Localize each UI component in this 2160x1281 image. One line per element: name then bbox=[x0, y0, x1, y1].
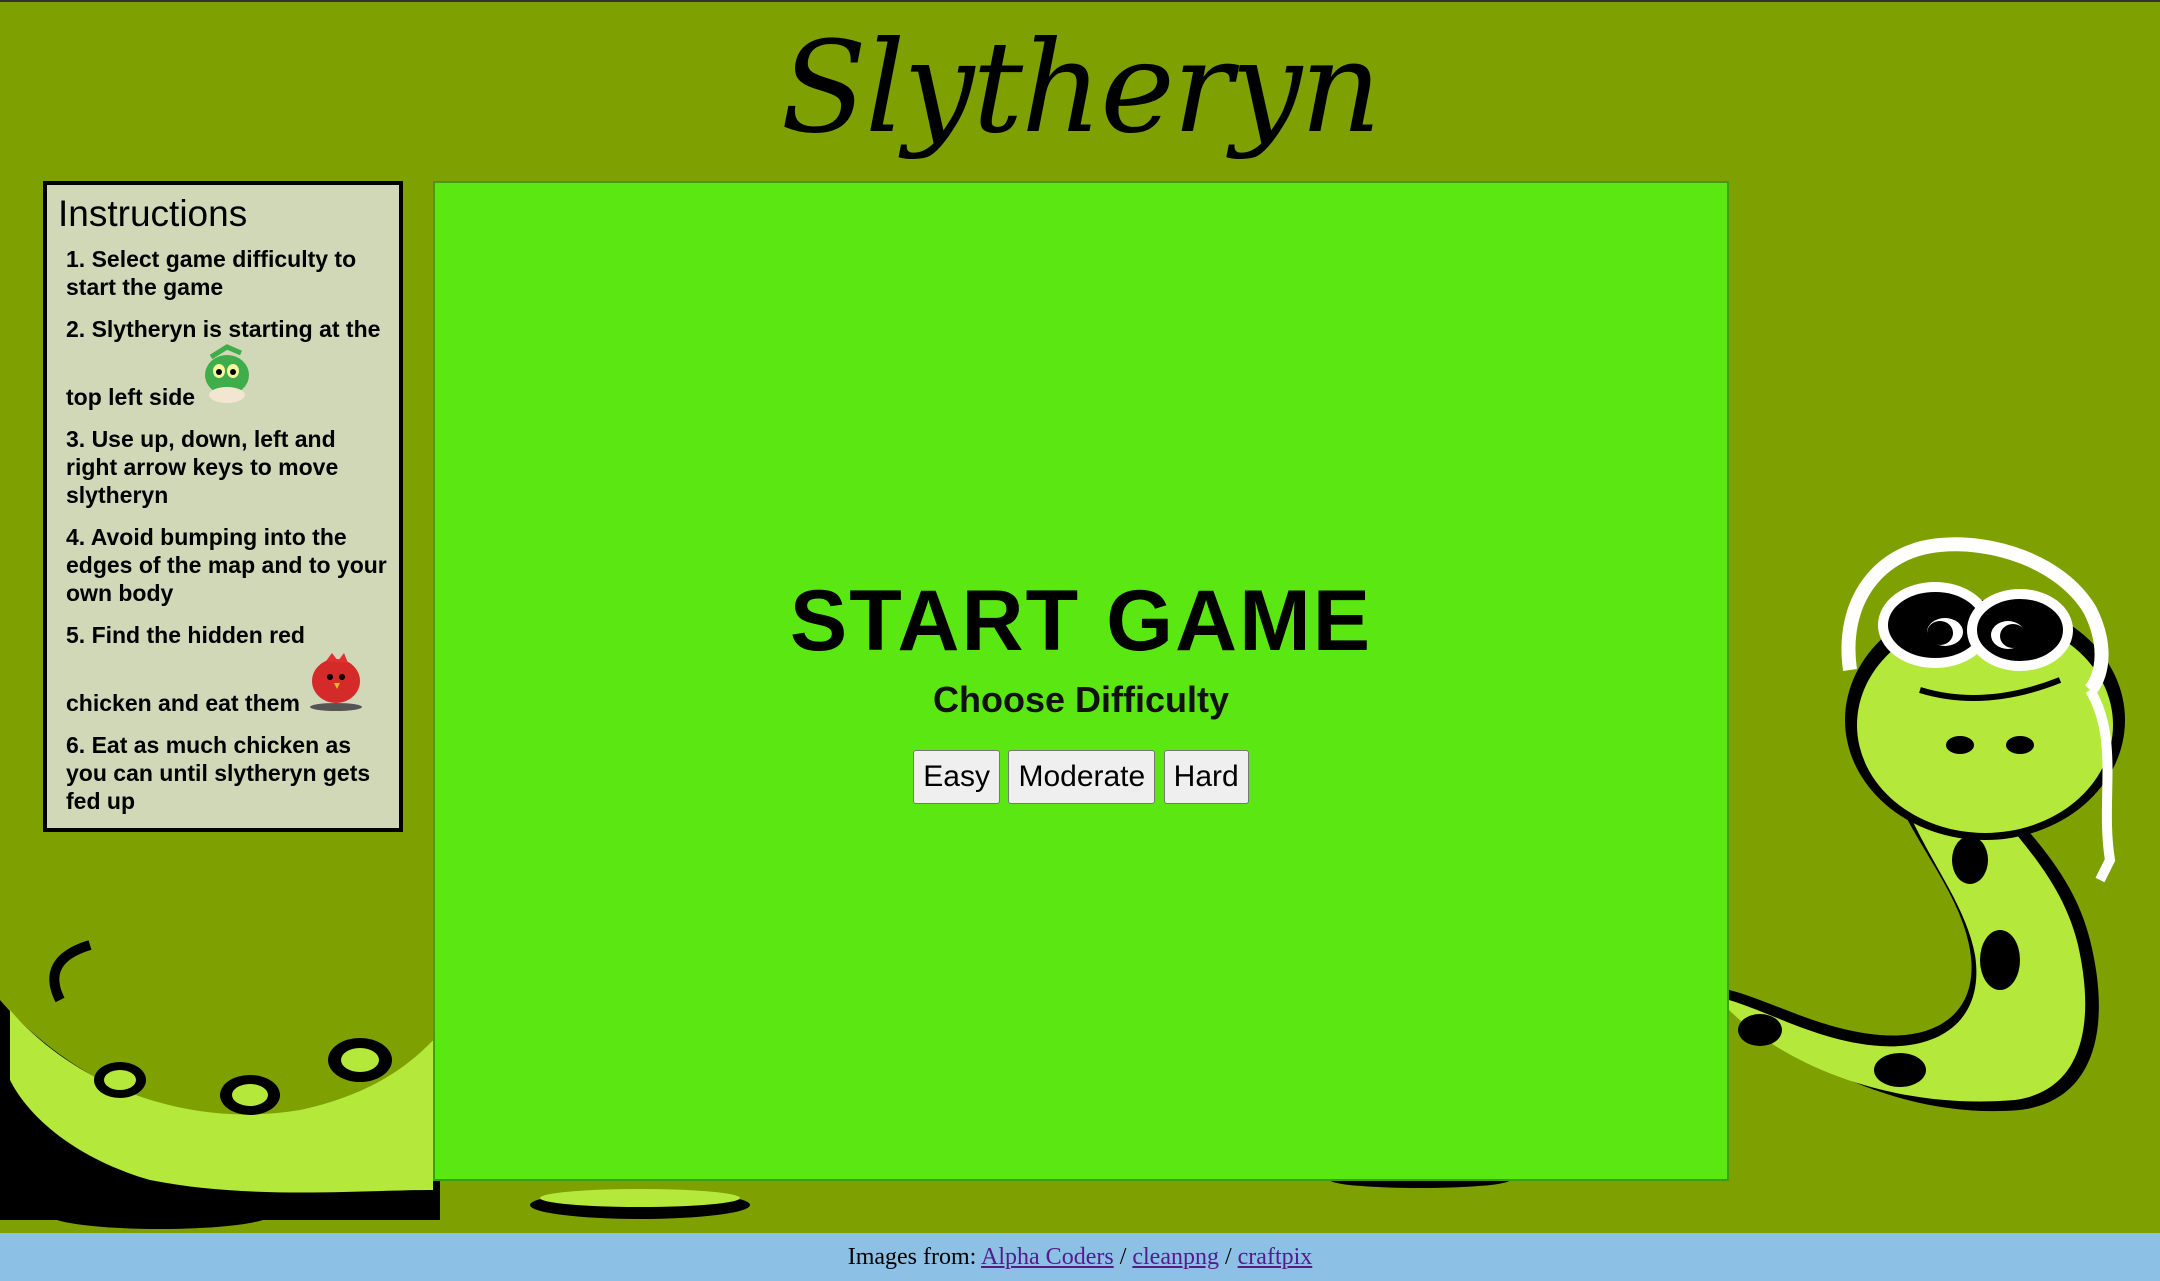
instructions-panel: Instructions 1. Select game difficulty t… bbox=[43, 181, 403, 832]
red-chicken-icon bbox=[306, 649, 368, 717]
choose-difficulty-label: Choose Difficulty bbox=[932, 679, 1229, 720]
instruction-step-3: 3. Use up, down, left and right arrow ke… bbox=[66, 426, 339, 508]
instructions-heading: Instructions bbox=[58, 193, 248, 234]
instruction-step-1: 1. Select game difficulty to start the g… bbox=[66, 246, 357, 300]
footer-separator: / bbox=[1224, 1244, 1232, 1270]
footer-separator: / bbox=[1119, 1244, 1127, 1270]
instruction-step-6: 6. Eat as much chicken as you can until … bbox=[66, 732, 371, 814]
instruction-step-2: 2. Slytheryn is starting at the top left… bbox=[66, 315, 389, 411]
app-logo-title: Slytheryn bbox=[780, 14, 1382, 161]
footer-link-cleanpng[interactable]: cleanpng bbox=[1132, 1244, 1219, 1270]
footer-link-craftpix[interactable]: craftpix bbox=[1238, 1244, 1313, 1270]
footer-prefix: Images from: bbox=[847, 1244, 977, 1270]
snake-head-icon bbox=[201, 343, 253, 411]
instruction-step-5-text: 5. Find the hidden red chicken and eat t… bbox=[66, 622, 305, 716]
footer-credits: Images from: Alpha Coders / cleanpng / c… bbox=[0, 1233, 2160, 1281]
instruction-step-4: 4. Avoid bumping into the edges of the m… bbox=[66, 524, 387, 606]
game-board[interactable]: START GAME Choose Difficulty Easy Modera… bbox=[433, 181, 1729, 1181]
start-game-title: START GAME bbox=[789, 573, 1373, 669]
easy-button[interactable]: Easy bbox=[913, 750, 1000, 804]
moderate-button[interactable]: Moderate bbox=[1008, 750, 1156, 804]
footer-link-alpha-coders[interactable]: Alpha Coders bbox=[981, 1244, 1114, 1270]
difficulty-button-group: Easy Moderate Hard bbox=[435, 750, 1727, 804]
instruction-step-5: 5. Find the hidden red chicken and eat t… bbox=[66, 621, 389, 717]
hard-button[interactable]: Hard bbox=[1163, 750, 1249, 804]
